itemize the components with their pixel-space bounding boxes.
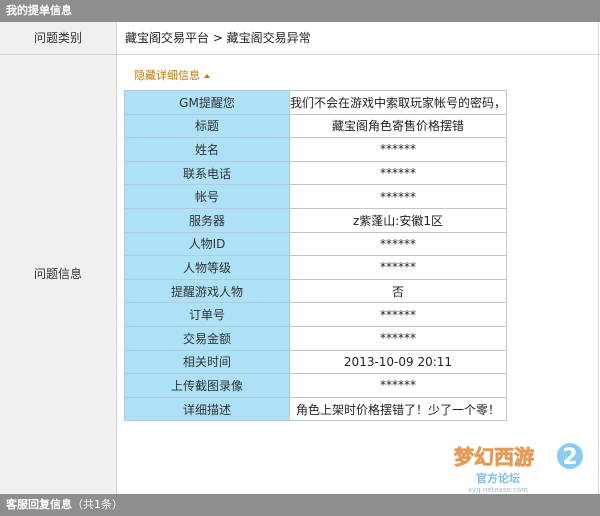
- detail-key: 交易金额: [124, 325, 290, 351]
- section-header-support-replies: 客服回复信息（共1条）: [0, 494, 600, 516]
- logo-text: 梦幻西游: [454, 445, 534, 469]
- detail-value: ******: [289, 255, 507, 280]
- detail-key: 订单号: [124, 302, 290, 327]
- detail-key: GM提醒您: [124, 90, 290, 115]
- detail-row: GM提醒您 我们不会在游戏中索取玩家帐号的密码，: [124, 90, 507, 115]
- detail-key: 人物等级: [124, 255, 290, 280]
- detail-row: 帐号 ******: [124, 184, 507, 209]
- detail-value: ******: [289, 137, 507, 162]
- support-replies-title: 客服回复信息: [6, 498, 72, 511]
- detail-value: 藏宝阁角色寄售价格摆错: [289, 113, 507, 139]
- detail-row: 标题 藏宝阁角色寄售价格摆错: [124, 113, 507, 139]
- problem-type-row: 问题类别 藏宝阁交易平台 > 藏宝阁交易异常: [0, 22, 600, 55]
- detail-key: 帐号: [124, 184, 290, 209]
- detail-key: 人物ID: [124, 231, 290, 257]
- logo-url: xyq.netease.com: [468, 486, 528, 494]
- detail-value: ******: [289, 231, 507, 257]
- detail-value: ******: [289, 160, 507, 186]
- detail-key: 姓名: [124, 137, 290, 162]
- detail-row: 联系电话 ******: [124, 160, 507, 186]
- detail-key: 提醒游戏人物: [124, 278, 290, 304]
- detail-key: 联系电话: [124, 160, 290, 186]
- detail-table: GM提醒您 我们不会在游戏中索取玩家帐号的密码， 标题 藏宝阁角色寄售价格摆错 姓名 **…: [124, 90, 507, 422]
- detail-value: ******: [289, 373, 507, 398]
- detail-value: 我们不会在游戏中索取玩家帐号的密码，: [289, 90, 507, 115]
- detail-row: 服务器 z紫蓬山:安徽1区: [124, 207, 507, 233]
- detail-key: 上传截图录像: [124, 373, 290, 398]
- section-header-ticket-info: 我的提单信息: [0, 0, 600, 22]
- logo-subtitle: 官方论坛: [476, 471, 520, 485]
- detail-row: 提醒游戏人物否: [124, 278, 507, 304]
- detail-row: 详细描述 角色上架时价格摆错了！少了一个零！: [124, 396, 507, 422]
- detail-key: 标题: [124, 113, 290, 139]
- problem-info-label: 问题信息: [0, 55, 117, 494]
- detail-row: 上传截图录像 ******: [124, 373, 507, 398]
- hide-details-label[interactable]: 隐藏详细信息: [134, 69, 200, 82]
- caret-up-icon[interactable]: [204, 74, 210, 78]
- detail-row: 人物等级 ******: [124, 255, 507, 280]
- detail-row: 订单号 ******: [124, 302, 507, 327]
- detail-value: ******: [289, 302, 507, 327]
- detail-value: ******: [289, 184, 507, 209]
- detail-key: 详细描述: [124, 396, 290, 422]
- detail-row: 人物ID ******: [124, 231, 507, 257]
- detail-value: 角色上架时价格摆错了！少了一个零！: [289, 396, 507, 422]
- hide-details-toggle[interactable]: 隐藏详细信息: [134, 67, 210, 83]
- detail-row: 交易金额 ******: [124, 325, 507, 351]
- detail-value: ******: [289, 325, 507, 351]
- detail-key: 服务器: [124, 207, 290, 233]
- detail-value: 2013-10-09 20:11: [289, 349, 507, 375]
- detail-value: 否: [289, 278, 507, 304]
- detail-key: 相关时间: [124, 349, 290, 375]
- game-logo-watermark: 梦幻西游 2 官方论坛 xyq.netease.com: [454, 441, 585, 494]
- detail-value: z紫蓬山:安徽1区: [289, 207, 507, 233]
- support-replies-count: （共1条）: [72, 498, 123, 511]
- problem-type-label: 问题类别: [0, 22, 117, 54]
- detail-row: 相关时间 2013-10-09 20:11: [124, 349, 507, 375]
- problem-type-value: 藏宝阁交易平台 > 藏宝阁交易异常: [125, 31, 311, 45]
- detail-row: 姓名 ******: [124, 137, 507, 162]
- logo-number: 2: [562, 445, 577, 470]
